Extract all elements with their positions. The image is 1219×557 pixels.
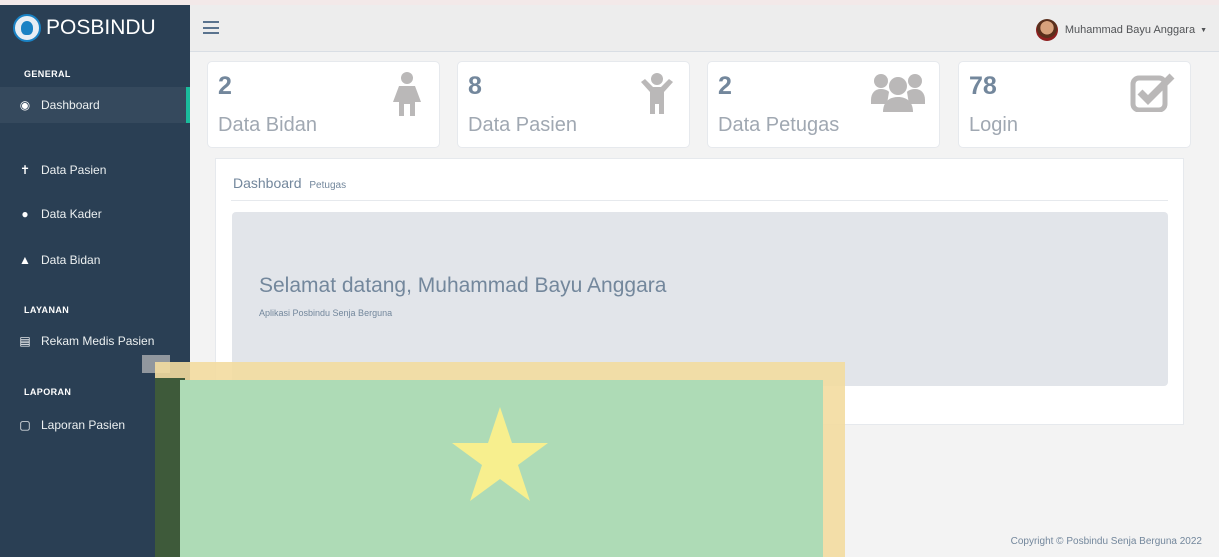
tile-data-bidan: 2 Data Bidan [207, 61, 440, 148]
caret-down-icon: ▼ [1200, 26, 1207, 34]
pdf-file-icon: ▢ [19, 418, 31, 432]
brand-name: POSBINDU [46, 16, 156, 39]
star-icon [452, 407, 548, 501]
user-menu[interactable]: Muhammad Bayu Anggara ▼ [1035, 19, 1207, 41]
sidebar-item-label: Data Kader [41, 207, 102, 221]
tile-data-petugas: 2 Data Petugas [707, 61, 940, 148]
tile-label: Login [969, 114, 1018, 136]
avatar [1035, 19, 1058, 41]
sidebar-item-label: Rekam Medis Pasien [41, 334, 155, 348]
section-laporan: LAPORAN [24, 387, 72, 397]
sidebar-item-data-bidan[interactable]: ▲ Data Bidan [0, 242, 190, 278]
sidebar-item-dashboard[interactable]: ◉ Dashboard [0, 87, 190, 123]
sidebar-item-rekam-medis[interactable]: ▤ Rekam Medis Pasien [0, 323, 190, 359]
check-square-icon [1130, 72, 1176, 119]
user-icon: ▲ [19, 253, 31, 267]
tile-label: Data Bidan [218, 114, 317, 136]
tile-label: Data Petugas [718, 114, 840, 136]
sidebar-item-label: Data Bidan [41, 253, 101, 267]
sidebar-item-label: Dashboard [41, 98, 100, 112]
child-icon: ✝ [19, 163, 31, 177]
menu-toggle-icon[interactable] [203, 21, 219, 34]
tile-count: 8 [468, 72, 482, 100]
tile-data-pasien: 8 Data Pasien [457, 61, 690, 148]
sidebar-item-label: Laporan Pasien [41, 418, 126, 432]
section-layanan: LAYANAN [24, 305, 70, 315]
sidebar-item-data-kader[interactable]: ● Data Kader [0, 196, 190, 232]
tile-label: Data Pasien [468, 114, 577, 136]
page-title: Dashboard Petugas [233, 175, 346, 191]
welcome-jumbotron: Selamat datang, Muhammad Bayu Anggara Ap… [232, 212, 1168, 386]
users-icon [871, 72, 925, 119]
welcome-heading: Selamat datang, Muhammad Bayu Anggara [259, 274, 667, 297]
panel-title: Dashboard [233, 175, 302, 191]
tile-count: 2 [218, 72, 232, 100]
file-icon: ▤ [19, 334, 31, 348]
footer-copyright: Copyright © Posbindu Senja Berguna 2022 [1010, 536, 1202, 547]
posbindu-logo-icon [13, 14, 41, 42]
child-icon [639, 72, 675, 123]
brand[interactable]: POSBINDU [0, 5, 190, 51]
dashboard-icon: ◉ [19, 98, 31, 112]
user-name: Muhammad Bayu Anggara [1064, 24, 1196, 36]
sidebar-item-label: Data Pasien [41, 163, 107, 177]
section-general: GENERAL [24, 69, 71, 79]
tile-count: 78 [969, 72, 997, 100]
tile-count: 2 [718, 72, 732, 100]
panel-subtitle: Petugas [309, 180, 347, 191]
app-name: Aplikasi Posbindu Senja Berguna [259, 308, 393, 318]
divider [231, 200, 1168, 201]
users-icon: ● [21, 207, 29, 221]
top-navbar: Muhammad Bayu Anggara ▼ [190, 5, 1219, 52]
tile-login: 78 Login [958, 61, 1191, 148]
sidebar-item-data-pasien[interactable]: ✝ Data Pasien [0, 152, 190, 188]
female-icon [389, 72, 425, 123]
